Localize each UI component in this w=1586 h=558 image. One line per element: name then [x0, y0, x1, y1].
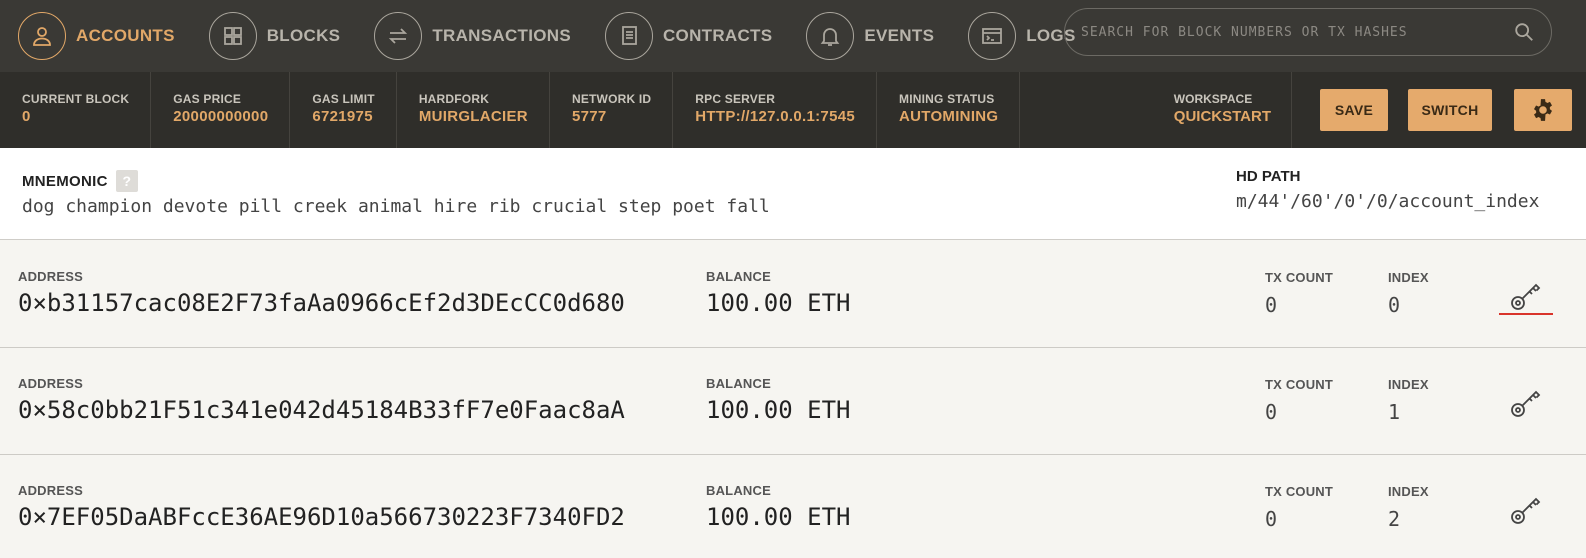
mnemonic-title: MNEMONIC	[22, 172, 108, 190]
current-block-stat: CURRENT BLOCK 0	[0, 72, 152, 148]
nav-contracts-label: CONTRACTS	[662, 26, 773, 45]
user-icon	[18, 12, 66, 60]
nav-accounts-label: ACCOUNTS	[76, 26, 175, 45]
gas-price-label: GAS PRICE	[173, 92, 242, 106]
current-block-label: CURRENT BLOCK	[22, 92, 130, 106]
account-row: ADDRESS 0×b31157cac08E2F73faAa0966cEf2d3…	[0, 241, 1586, 348]
index-value: 0	[1388, 293, 1401, 317]
address-value: 0×58c0bb21F51c341e042d45184B33fF7e0Faac8…	[18, 396, 625, 424]
mining-status-stat: MINING STATUS AUTOMINING	[877, 72, 1021, 148]
mnemonic-panel: MNEMONIC ? dog champion devote pill cree…	[0, 148, 1586, 240]
selected-key-underline	[1499, 313, 1553, 315]
workspace-label: WORKSPACE	[1173, 92, 1253, 106]
balance-label: BALANCE	[706, 269, 771, 284]
top-navigation: ACCOUNTS BLOCKS TRANSACTIONS CONTRACTS E…	[0, 0, 1586, 72]
network-id-stat: NETWORK ID 5777	[550, 72, 674, 148]
index-value: 1	[1388, 400, 1401, 424]
accounts-list: ADDRESS 0×b31157cac08E2F73faAa0966cEf2d3…	[0, 241, 1586, 558]
address-label: ADDRESS	[18, 483, 83, 498]
nav-blocks[interactable]: BLOCKS	[208, 0, 341, 72]
tx-count-label: TX COUNT	[1265, 270, 1334, 285]
search-input[interactable]	[1081, 24, 1513, 40]
gas-price-stat: GAS PRICE 20000000000	[151, 72, 291, 148]
account-row: ADDRESS 0×58c0bb21F51c341e042d45184B33fF…	[0, 348, 1586, 455]
hardfork-label: HARDFORK	[418, 92, 490, 106]
nav-transactions[interactable]: TRANSACTIONS	[374, 0, 571, 72]
save-button[interactable]: SAVE	[1320, 89, 1388, 131]
search-box	[1064, 8, 1552, 56]
document-icon	[604, 12, 653, 60]
tx-count-value: 0	[1265, 507, 1278, 531]
blocks-grid-icon	[208, 12, 257, 60]
nav-transactions-label: TRANSACTIONS	[432, 26, 571, 45]
address-label: ADDRESS	[18, 376, 83, 391]
bell-icon	[806, 12, 855, 60]
tx-count-label: TX COUNT	[1265, 377, 1334, 392]
transfer-arrows-icon	[374, 12, 423, 60]
index-label: INDEX	[1388, 270, 1429, 285]
workspace-stat: WORKSPACE QUICKSTART	[1174, 72, 1292, 148]
rpc-server-stat: RPC SERVER HTTP://127.0.0.1:7545	[673, 72, 877, 148]
workspace-value: QUICKSTART	[1173, 108, 1271, 125]
address-value: 0×b31157cac08E2F73faAa0966cEf2d3DEcCC0d6…	[18, 289, 625, 317]
nav-accounts[interactable]: ACCOUNTS	[18, 0, 175, 72]
hardfork-value: MUIRGLACIER	[418, 108, 528, 125]
show-keys-button[interactable]	[1506, 382, 1546, 422]
tx-count-value: 0	[1265, 293, 1278, 317]
key-icon	[1511, 390, 1541, 417]
index-label: INDEX	[1388, 377, 1429, 392]
show-keys-button[interactable]	[1506, 275, 1546, 315]
address-value: 0×7EF05DaABFccE36AE96D10a566730223F7340F…	[18, 503, 625, 531]
mining-status-value: AUTOMINING	[899, 108, 999, 125]
key-icon	[1511, 283, 1541, 310]
terminal-icon	[968, 12, 1017, 60]
balance-value: 100.00 ETH	[706, 503, 851, 531]
gas-limit-label: GAS LIMIT	[312, 92, 375, 106]
mining-status-label: MINING STATUS	[899, 92, 995, 106]
nav-events-label: EVENTS	[864, 26, 935, 45]
mnemonic-words: dog champion devote pill creek animal hi…	[22, 196, 770, 217]
gas-price-value: 20000000000	[173, 108, 269, 125]
help-icon[interactable]: ?	[115, 170, 138, 192]
gas-limit-value: 6721975	[312, 108, 373, 125]
balance-label: BALANCE	[706, 483, 771, 498]
nav-logs[interactable]: LOGS	[968, 0, 1075, 72]
nav-contracts[interactable]: CONTRACTS	[604, 0, 773, 72]
show-keys-button[interactable]	[1506, 489, 1546, 529]
hd-path-title: HD PATH	[1236, 168, 1301, 185]
hd-path-value: m/44'/60'/0'/0/account_index	[1236, 191, 1540, 212]
switch-button[interactable]: SWITCH	[1408, 89, 1492, 131]
hardfork-stat: HARDFORK MUIRGLACIER	[397, 72, 550, 148]
search-icon[interactable]	[1513, 21, 1535, 43]
gear-icon	[1534, 99, 1552, 121]
tx-count-label: TX COUNT	[1265, 484, 1334, 499]
index-value: 2	[1388, 507, 1401, 531]
network-id-label: NETWORK ID	[571, 92, 652, 106]
gas-limit-stat: GAS LIMIT 6721975	[290, 72, 397, 148]
nav-blocks-label: BLOCKS	[266, 26, 341, 45]
network-id-value: 5777	[571, 108, 607, 125]
settings-button[interactable]	[1514, 89, 1572, 131]
balance-value: 100.00 ETH	[706, 396, 851, 424]
address-label: ADDRESS	[18, 269, 83, 284]
status-bar: CURRENT BLOCK 0 GAS PRICE 20000000000 GA…	[0, 72, 1586, 148]
account-row: ADDRESS 0×7EF05DaABFccE36AE96D10a5667302…	[0, 455, 1586, 558]
tx-count-value: 0	[1265, 400, 1278, 424]
current-block-value: 0	[22, 108, 31, 125]
key-icon	[1511, 497, 1541, 524]
balance-label: BALANCE	[706, 376, 771, 391]
nav-events[interactable]: EVENTS	[806, 0, 934, 72]
index-label: INDEX	[1388, 484, 1429, 499]
rpc-server-value: HTTP://127.0.0.1:7545	[695, 108, 855, 125]
balance-value: 100.00 ETH	[706, 289, 851, 317]
rpc-server-label: RPC SERVER	[695, 92, 776, 106]
